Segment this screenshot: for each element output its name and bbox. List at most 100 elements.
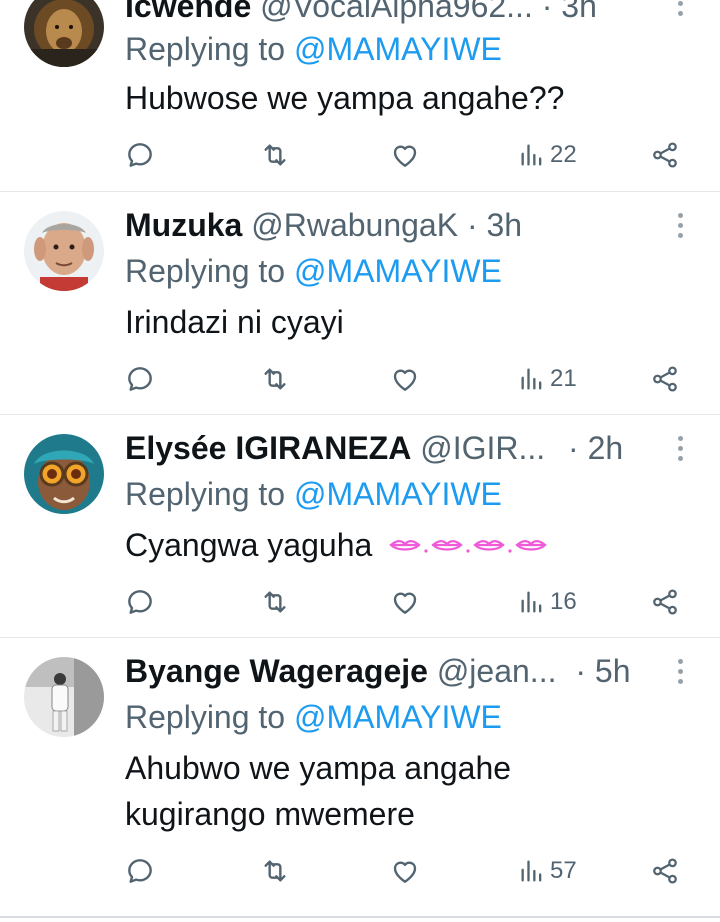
replying-to: Replying to @MAMAYIWE (125, 474, 502, 514)
timestamp[interactable]: · 5h (575, 653, 630, 689)
replying-to-label: Replying to (125, 253, 286, 289)
user-handle[interactable]: @VocalAlpha962... (260, 0, 533, 24)
views-button[interactable]: 21 (518, 359, 577, 399)
replying-to-label: Replying to (125, 476, 286, 512)
replying-to: Replying to @MAMAYIWE (125, 697, 502, 737)
replying-to-label: Replying to (125, 699, 286, 735)
reply-icon (128, 367, 152, 391)
heart-icon (393, 861, 417, 883)
kissing-lips-emoji (387, 525, 555, 571)
more-options-icon[interactable] (670, 0, 690, 26)
avatar[interactable] (24, 434, 104, 514)
share-button[interactable] (650, 851, 680, 891)
share-button[interactable] (650, 582, 680, 622)
retweet-icon (264, 591, 286, 613)
display-name[interactable]: Byange Wagerageje (125, 653, 428, 689)
reply-button[interactable] (124, 135, 156, 175)
views-count: 22 (550, 141, 577, 168)
mention-link[interactable]: @MAMAYIWE (294, 253, 502, 289)
share-icon (653, 366, 677, 392)
tweet-header: Byange Wagerageje @jean... · 5h (125, 651, 660, 691)
retweet-button[interactable] (258, 135, 292, 175)
share-icon (653, 858, 677, 884)
tweet-header: Icwende @VocalAlpha962... · 3h (125, 0, 660, 26)
retweet-icon (264, 144, 286, 166)
reply-tweet-2[interactable]: Muzuka @RwabungaK · 3h Replying to @MAMA… (0, 191, 720, 415)
retweet-button[interactable] (258, 359, 292, 399)
user-handle[interactable]: @RwabungaK (251, 207, 458, 243)
action-bar: 21 (0, 359, 720, 399)
share-button[interactable] (650, 359, 680, 399)
tweet-text: Irindazi ni cyayi (125, 304, 344, 340)
avatar[interactable] (24, 0, 104, 67)
share-icon (653, 589, 677, 615)
monkey-goggles-avatar-icon (24, 434, 104, 514)
user-handle[interactable]: @IGIR... (420, 430, 545, 466)
divider (0, 916, 720, 918)
lion-avatar-icon (24, 0, 104, 67)
retweet-button[interactable] (258, 582, 292, 622)
user-handle[interactable]: @jean... (437, 653, 557, 689)
action-bar: 16 (0, 582, 720, 622)
retweet-icon (264, 368, 286, 390)
heart-icon (393, 369, 417, 391)
more-options-icon[interactable] (670, 431, 690, 471)
reply-icon (128, 859, 152, 883)
action-bar: 22 (0, 135, 720, 175)
tweet-text: Hubwose we yampa angahe?? (125, 80, 565, 116)
tweet-text: Ahubwo we yampa angahe kugirango mwemere (125, 745, 680, 837)
reply-icon (128, 590, 152, 614)
timestamp[interactable]: · 3h (542, 0, 597, 24)
views-button[interactable]: 57 (518, 851, 577, 891)
retweet-button[interactable] (258, 851, 292, 891)
views-count: 16 (550, 588, 577, 615)
tweet-text: Cyangwa yaguha (125, 522, 680, 571)
display-name[interactable]: Muzuka (125, 207, 242, 243)
views-chart-icon (521, 860, 542, 882)
more-options-icon[interactable] (670, 654, 690, 694)
retweet-icon (264, 860, 286, 882)
replying-to: Replying to @MAMAYIWE (125, 251, 502, 291)
views-chart-icon (521, 368, 542, 390)
mention-link[interactable]: @MAMAYIWE (294, 699, 502, 735)
views-chart-icon (521, 144, 542, 166)
heart-icon (393, 145, 417, 167)
share-icon (653, 142, 677, 168)
views-chart-icon (521, 591, 542, 613)
reply-button[interactable] (124, 582, 156, 622)
like-button[interactable] (389, 851, 421, 891)
tweet-text-line-1: Ahubwo we yampa angahe (125, 750, 512, 786)
heart-icon (393, 592, 417, 614)
tweet-text-content: Cyangwa yaguha (125, 527, 373, 563)
replying-to-label: Replying to (125, 31, 286, 67)
timestamp[interactable]: · 3h (467, 207, 522, 243)
views-button[interactable]: 22 (518, 135, 577, 175)
avatar[interactable] (24, 211, 104, 291)
action-bar: 57 (0, 851, 720, 891)
avatar[interactable] (24, 657, 104, 737)
like-button[interactable] (389, 359, 421, 399)
views-count: 21 (550, 365, 577, 392)
timestamp[interactable]: · 2h (568, 430, 623, 466)
more-options-icon[interactable] (670, 208, 690, 248)
reply-button[interactable] (124, 359, 156, 399)
replying-to: Replying to @MAMAYIWE (125, 29, 502, 69)
reply-button[interactable] (124, 851, 156, 891)
mention-link[interactable]: @MAMAYIWE (294, 31, 502, 67)
display-name[interactable]: Icwende (125, 0, 251, 24)
views-count: 57 (550, 857, 577, 884)
reply-tweet-1[interactable]: Icwende @VocalAlpha962... · 3h Replying … (0, 0, 720, 192)
reply-tweet-3[interactable]: Elysée IGIRANEZA @IGIR... · 2h Replying … (0, 414, 720, 638)
share-button[interactable] (650, 135, 680, 175)
reply-icon (128, 143, 152, 167)
views-button[interactable]: 16 (518, 582, 577, 622)
reply-tweet-4[interactable]: Byange Wagerageje @jean... · 5h Replying… (0, 637, 720, 916)
mention-link[interactable]: @MAMAYIWE (294, 476, 502, 512)
tweet-header: Muzuka @RwabungaK · 3h (125, 205, 660, 245)
tweet-text-line-2: kugirango mwemere (125, 796, 415, 832)
display-name[interactable]: Elysée IGIRANEZA (125, 430, 411, 466)
like-button[interactable] (389, 582, 421, 622)
tweet-header: Elysée IGIRANEZA @IGIR... · 2h (125, 428, 660, 468)
old-man-avatar-icon (24, 211, 104, 291)
like-button[interactable] (389, 135, 421, 175)
